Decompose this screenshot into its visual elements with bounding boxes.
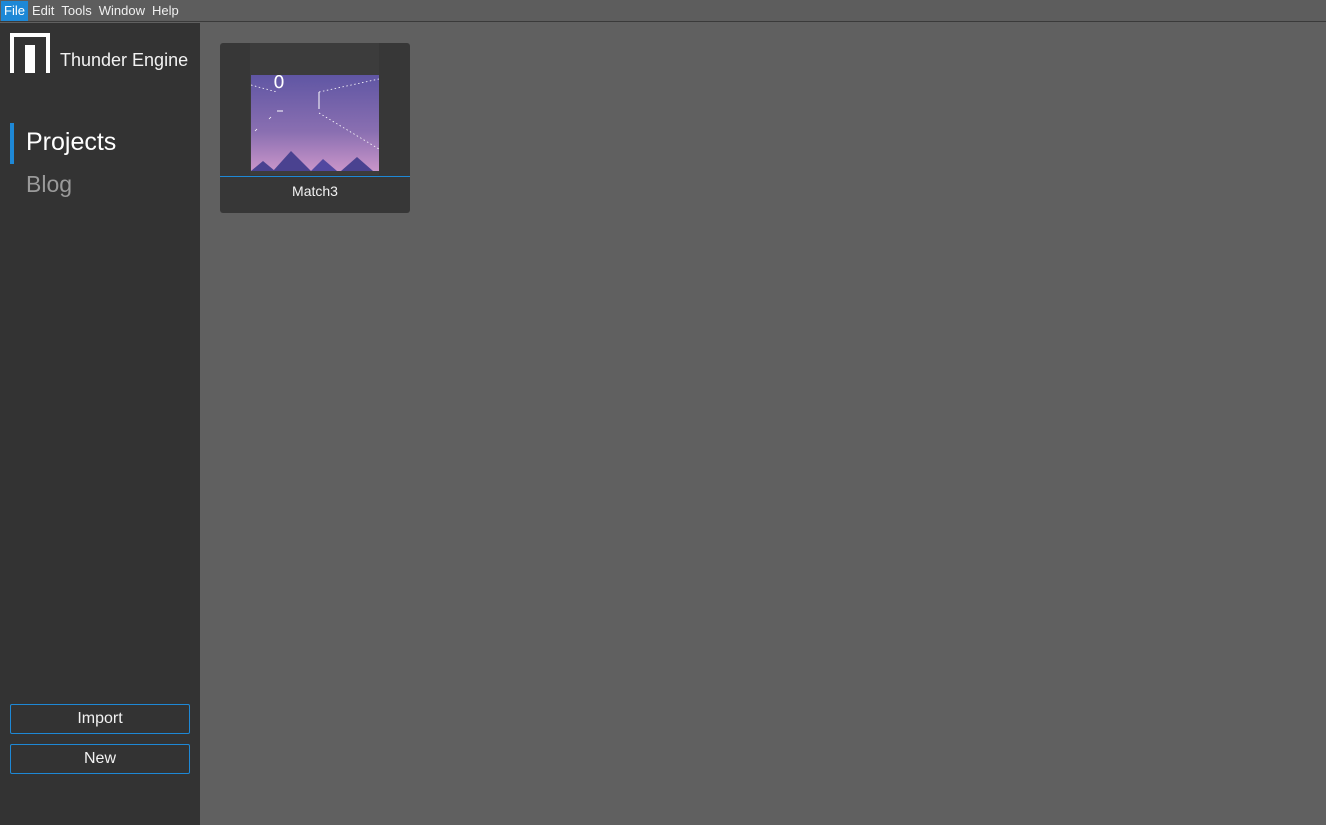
project-name: Match3: [292, 183, 338, 199]
thumbnail-score: 0: [273, 73, 284, 93]
nav-blog[interactable]: Blog: [26, 171, 72, 198]
card-divider: [220, 176, 410, 177]
import-button[interactable]: Import: [10, 704, 190, 734]
menu-help[interactable]: Help: [149, 1, 182, 21]
nav-projects[interactable]: Projects: [26, 128, 116, 157]
project-thumbnail: 0: [251, 73, 379, 171]
nav-active-indicator: [10, 123, 14, 164]
thunder-logo-icon: [10, 33, 50, 73]
menu-bar: File Edit Tools Window Help: [0, 0, 1326, 22]
app-title: Thunder Engine: [60, 50, 189, 70]
new-button[interactable]: New: [10, 744, 190, 774]
menu-file[interactable]: File: [1, 0, 28, 21]
menu-edit[interactable]: Edit: [29, 1, 57, 21]
menu-window[interactable]: Window: [96, 1, 148, 21]
project-card-match3[interactable]: 0 Match3: [220, 43, 410, 213]
menu-tools[interactable]: Tools: [58, 1, 94, 21]
sidebar: Thunder Engine Projects Blog Import New: [0, 23, 200, 825]
